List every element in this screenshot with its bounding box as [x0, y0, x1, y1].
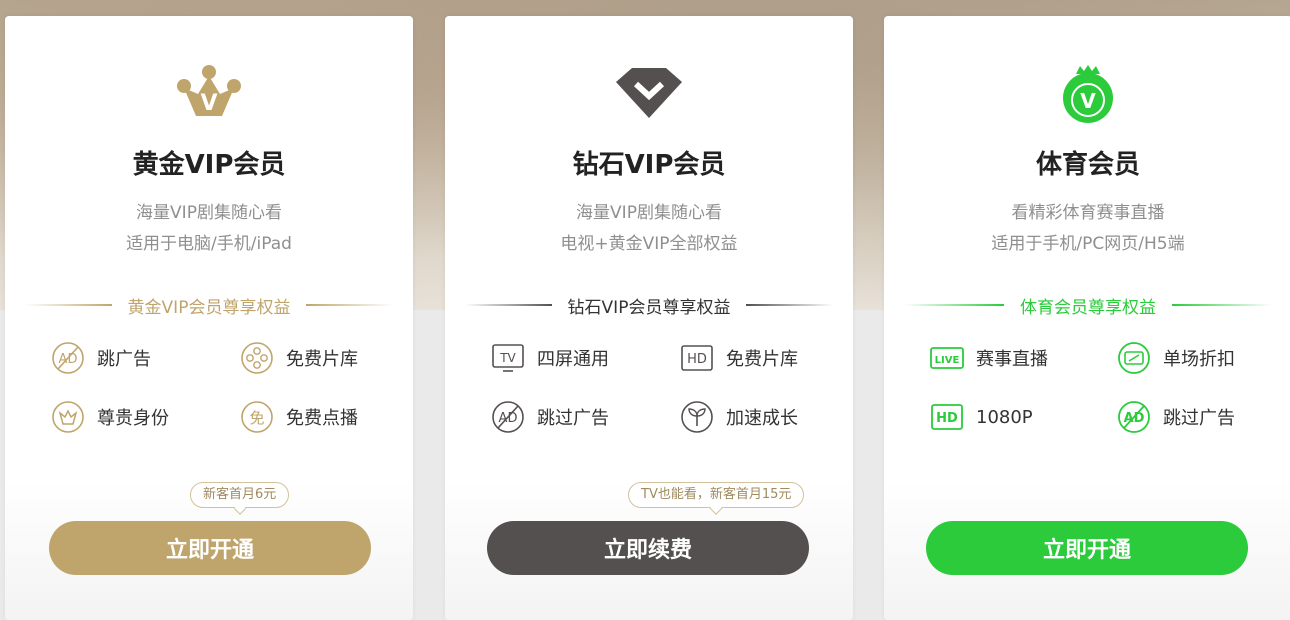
gold-vip-card: V 黄金VIP会员 海量VIP剧集随心看 适用于电脑/手机/iPad 黄金VIP…	[5, 16, 413, 620]
film-reel-icon	[240, 341, 274, 375]
card-description-line: 电视+黄金VIP全部权益	[560, 234, 738, 254]
renew-diamond-vip-button[interactable]: 立即续费	[487, 521, 809, 575]
free-badge-icon: 免	[240, 400, 274, 434]
feature-label: 1080P	[976, 406, 1033, 428]
svg-text:免: 免	[249, 409, 264, 427]
svg-text:TV: TV	[499, 351, 516, 365]
card-description-line: 适用于手机/PC网页/H5端	[991, 234, 1185, 254]
sports-vip-card: V 体育会员 看精彩体育赛事直播 适用于手机/PC网页/H5端 体育会员尊享权益…	[884, 16, 1290, 620]
feature-item: TV 四屏通用	[491, 341, 609, 375]
feature-label: 免费片库	[726, 349, 798, 370]
no-ads-icon: AD	[51, 341, 85, 375]
promo-tooltip: 新客首月6元	[190, 482, 290, 508]
open-gold-vip-button[interactable]: 立即开通	[49, 521, 371, 575]
hd-icon: HD	[680, 341, 714, 375]
svg-text:HD: HD	[687, 352, 707, 367]
feature-label: 跳过广告	[1163, 408, 1235, 429]
live-icon: LIVE	[930, 341, 964, 375]
gold-crown-logo-icon: V	[5, 64, 413, 124]
crown-icon	[51, 400, 85, 434]
feature-label: 跳过广告	[537, 408, 609, 429]
card-description-line: 海量VIP剧集随心看	[136, 203, 282, 223]
feature-item: 免 免费点播	[240, 400, 358, 434]
feature-item: AD 跳过广告	[491, 400, 609, 434]
card-description-line: 海量VIP剧集随心看	[576, 203, 722, 223]
card-description-line: 适用于电脑/手机/iPad	[126, 234, 292, 254]
feature-item: LIVE 赛事直播	[930, 341, 1048, 375]
hd-icon: HD	[930, 400, 964, 434]
feature-item: AD 跳过广告	[1117, 400, 1235, 434]
sprout-icon	[680, 400, 714, 434]
benefits-title: 黄金VIP会员尊享权益	[127, 297, 291, 318]
feature-item: HD 免费片库	[680, 341, 798, 375]
card-title: 黄金VIP会员	[132, 150, 286, 180]
card-description-line: 看精彩体育赛事直播	[1011, 203, 1165, 223]
card-title: 钻石VIP会员	[572, 150, 726, 180]
feature-item: 单场折扣	[1117, 341, 1235, 375]
feature-item: 加速成长	[680, 400, 798, 434]
svg-text:V: V	[1080, 89, 1096, 113]
svg-text:LIVE: LIVE	[935, 355, 960, 366]
open-sports-vip-button[interactable]: 立即开通	[926, 521, 1248, 575]
benefits-header: 体育会员尊享权益	[904, 294, 1272, 318]
feature-label: 跳广告	[97, 349, 151, 370]
tv-icon: TV	[491, 341, 525, 375]
card-title: 体育会员	[1035, 150, 1140, 180]
svg-text:HD: HD	[936, 411, 958, 426]
diamond-vip-card: 钻石VIP会员 海量VIP剧集随心看 电视+黄金VIP全部权益 钻石VIP会员尊…	[445, 16, 853, 620]
feature-label: 免费片库	[286, 349, 358, 370]
benefits-title: 钻石VIP会员尊享权益	[567, 297, 731, 318]
promo-tooltip: TV也能看，新客首月15元	[628, 482, 805, 508]
benefits-title: 体育会员尊享权益	[1020, 297, 1156, 318]
feature-label: 加速成长	[726, 408, 798, 429]
feature-item: 免费片库	[240, 341, 358, 375]
feature-item: HD 1080P	[930, 400, 1033, 434]
feature-label: 单场折扣	[1163, 349, 1235, 370]
feature-label: 尊贵身份	[97, 408, 169, 429]
benefits-header: 黄金VIP会员尊享权益	[25, 294, 393, 318]
feature-label: 赛事直播	[976, 349, 1048, 370]
diamond-logo-icon	[445, 64, 853, 124]
feature-label: 免费点播	[286, 408, 358, 429]
feature-item: 尊贵身份	[51, 400, 169, 434]
sports-logo-icon: V	[884, 64, 1290, 124]
benefits-header: 钻石VIP会员尊享权益	[465, 294, 833, 318]
feature-label: 四屏通用	[537, 349, 609, 370]
feature-item: AD 跳广告	[51, 341, 151, 375]
no-ads-icon: AD	[1117, 400, 1151, 434]
no-ads-icon: AD	[491, 400, 525, 434]
discount-ticket-icon	[1117, 341, 1151, 375]
svg-text:V: V	[200, 91, 217, 116]
